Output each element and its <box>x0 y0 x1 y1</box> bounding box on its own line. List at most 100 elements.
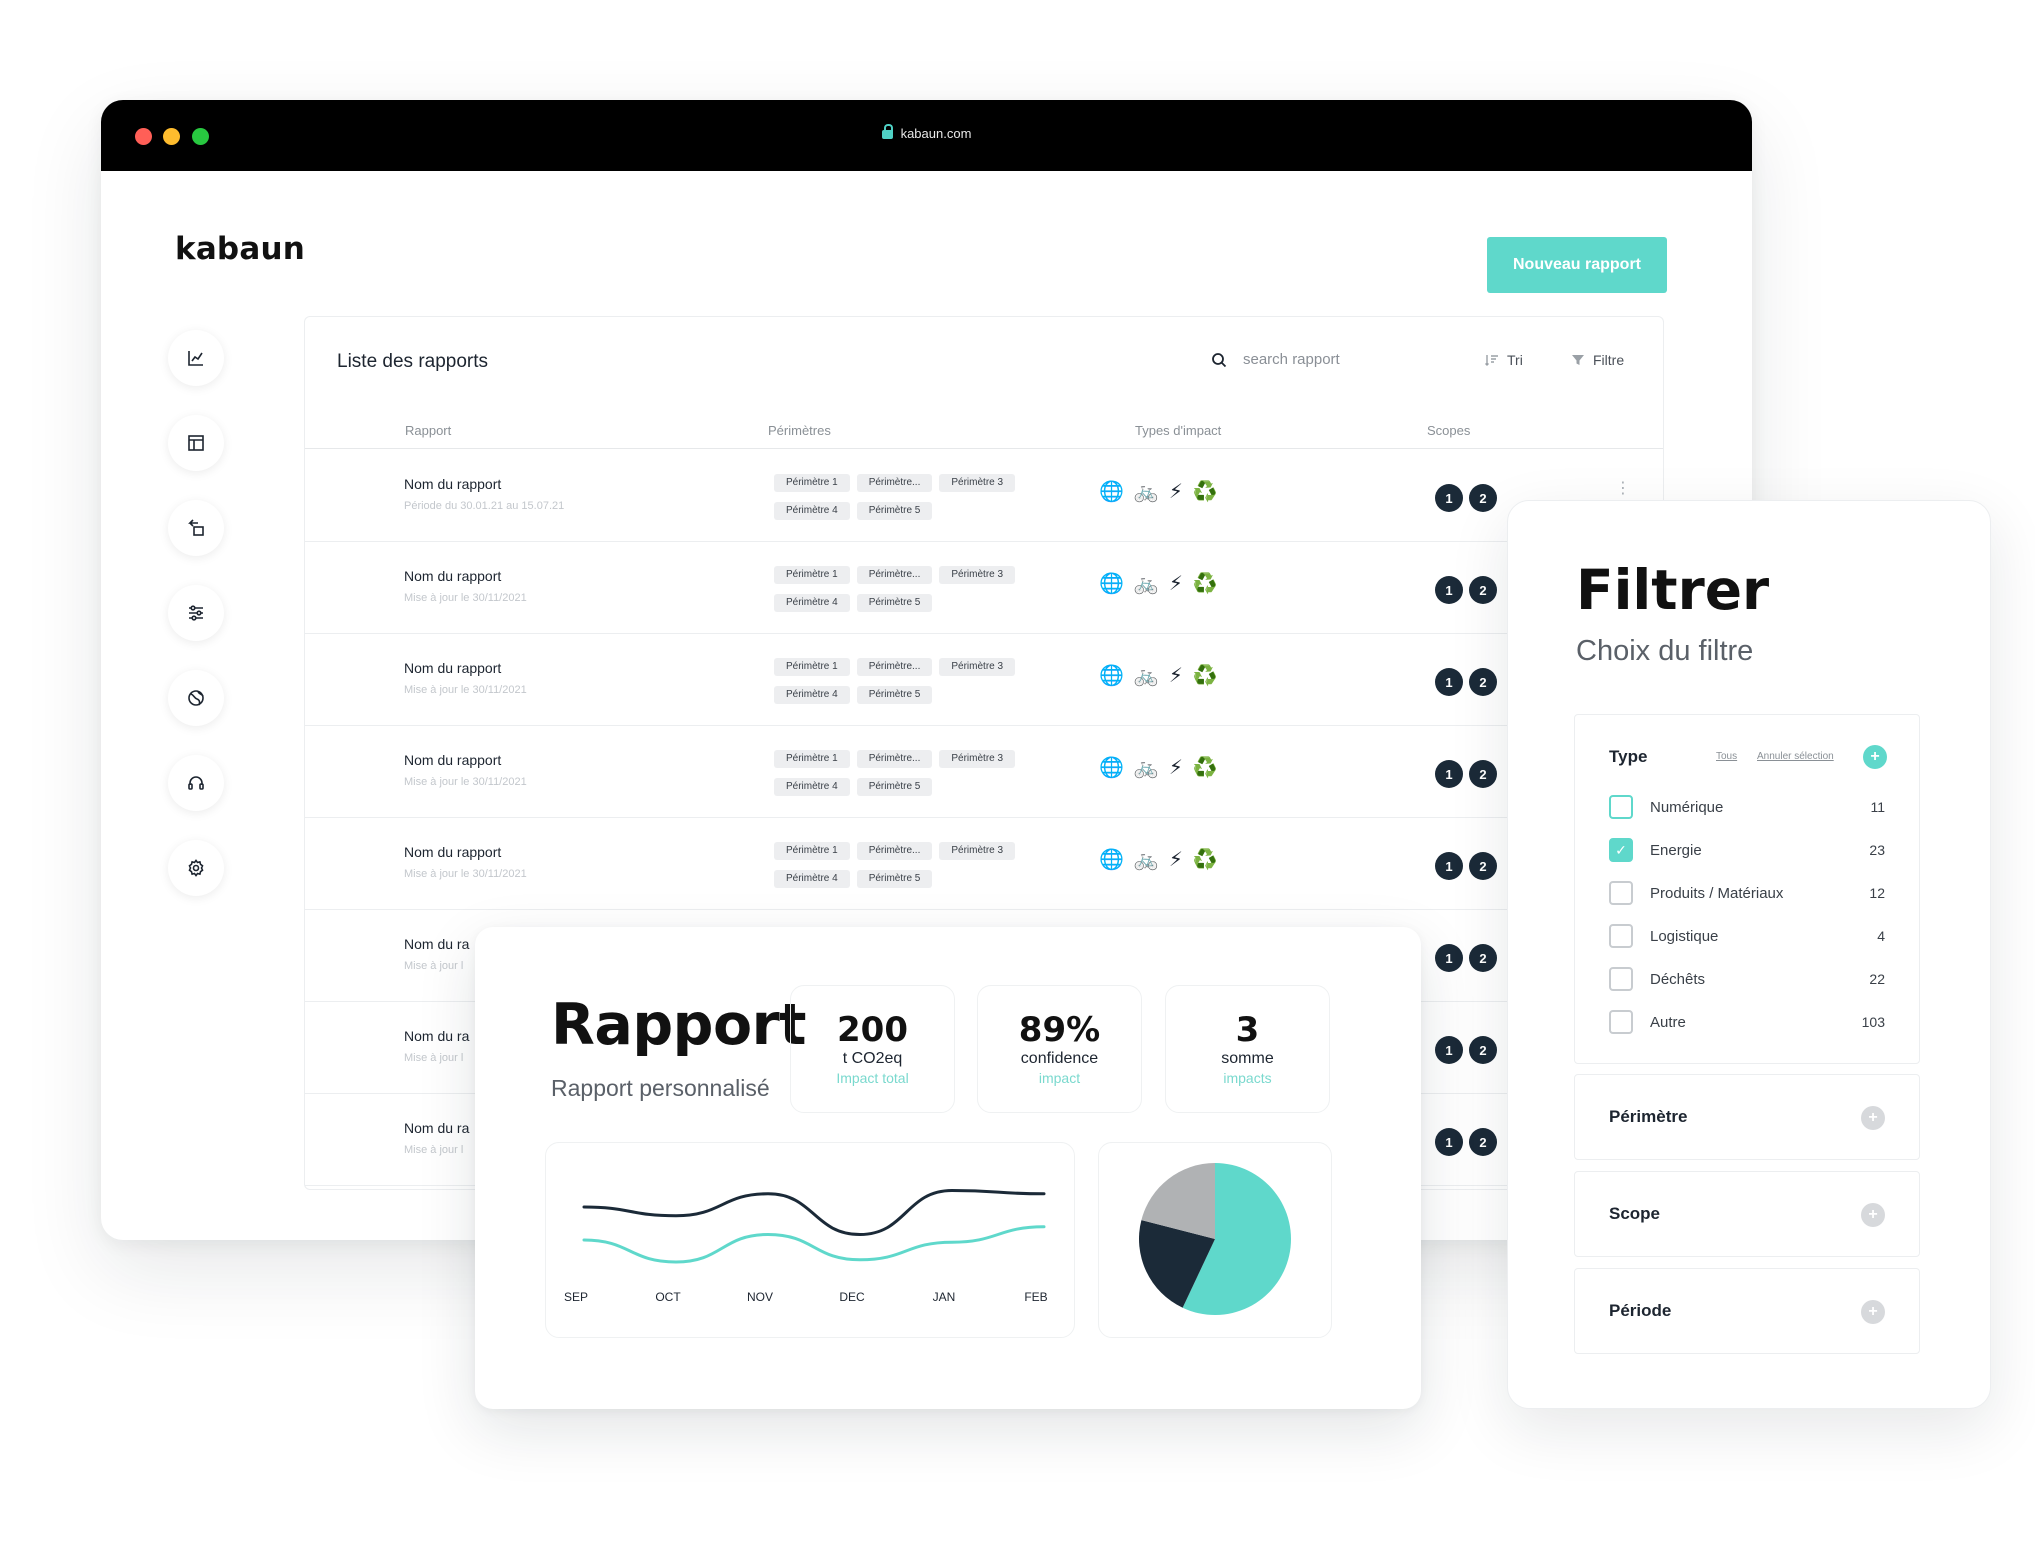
perimeter-chip[interactable]: Périmètre 1 <box>774 750 850 768</box>
perimeter-chip[interactable]: Périmètre 3 <box>939 474 1016 492</box>
perimeter-chip[interactable]: Périmètre 1 <box>774 566 850 584</box>
lightning-icon: ⚡ <box>1168 665 1183 687</box>
titlebar: kabaun.com <box>101 100 1752 171</box>
filter-option[interactable]: Produits / Matériaux 12 <box>1609 880 1885 906</box>
type-add-button[interactable]: + <box>1863 745 1887 769</box>
sidebar-item-sliders[interactable] <box>168 585 224 641</box>
perimeter-chip[interactable]: Périmètre 3 <box>939 750 1016 768</box>
column-header-scopes[interactable]: Scopes <box>1427 423 1470 438</box>
option-label: Energie <box>1650 841 1702 859</box>
report-name[interactable]: Nom du rapport <box>404 660 501 676</box>
filter-option[interactable]: Logistique 4 <box>1609 923 1885 949</box>
stat-label: impact <box>1038 1070 1081 1086</box>
option-label: Autre <box>1650 1013 1686 1031</box>
bike-icon: 🚲 <box>1133 665 1159 687</box>
sidebar-item-settings[interactable] <box>168 840 224 896</box>
option-checkbox[interactable] <box>1609 967 1633 991</box>
more-options-icon[interactable]: ⋮ <box>1615 481 1631 497</box>
table-row[interactable]: Nom du rapport Période du 30.01.21 au 15… <box>305 450 1663 542</box>
sidebar-item-globe[interactable] <box>168 670 224 726</box>
perimeter-chip[interactable]: Périmètre 5 <box>856 686 933 704</box>
perimeter-chip[interactable]: Périmètre 4 <box>774 686 850 704</box>
perimeter-chip[interactable]: Périmètre... <box>856 658 933 676</box>
filter-section-periode[interactable]: Période + <box>1574 1268 1920 1354</box>
option-checkbox[interactable] <box>1609 1010 1633 1034</box>
search-icon <box>1212 352 1227 367</box>
perimeter-chip[interactable]: Périmètre... <box>856 842 933 860</box>
expand-scope-button[interactable]: + <box>1861 1203 1885 1227</box>
report-name[interactable]: Nom du ra <box>404 1120 469 1136</box>
perimeter-chip[interactable]: Périmètre 4 <box>774 870 850 888</box>
expand-perimetre-button[interactable]: + <box>1861 1106 1885 1130</box>
perimeter-chip[interactable]: Périmètre 1 <box>774 658 850 676</box>
report-name[interactable]: Nom du ra <box>404 1028 469 1044</box>
perimeter-chip[interactable]: Périmètre 1 <box>774 474 850 492</box>
select-all-link[interactable]: Tous <box>1716 751 1737 762</box>
clear-selection-link[interactable]: Annuler sélection <box>1757 751 1834 762</box>
column-header-rapport[interactable]: Rapport <box>405 423 451 438</box>
line-chart-card: SEP OCT NOV DEC JAN FEB <box>545 1142 1075 1338</box>
bike-icon: 🚲 <box>1133 481 1159 503</box>
table-row[interactable]: Nom du rapport Mise à jour le 30/11/2021… <box>305 542 1663 634</box>
filter-button[interactable]: Filtre <box>1571 352 1624 368</box>
stat-unit: t CO2eq <box>842 1050 903 1067</box>
search-input[interactable] <box>1243 351 1403 368</box>
perimeter-chip[interactable]: Périmètre 1 <box>774 842 850 860</box>
impact-type-icons: 🌐 🚲 ⚡ ♻️ <box>1099 572 1218 596</box>
perimeter-chip[interactable]: Périmètre 4 <box>774 502 850 520</box>
report-name[interactable]: Nom du rapport <box>404 752 501 768</box>
sort-button[interactable]: Tri <box>1485 352 1523 368</box>
option-checkbox[interactable]: ✓ <box>1609 838 1633 862</box>
x-tick-label: FEB <box>1024 1290 1047 1304</box>
sidebar-nav <box>168 330 224 925</box>
app-logo[interactable]: kabaun <box>175 231 305 267</box>
report-name[interactable]: Nom du rapport <box>404 568 501 584</box>
recycle-icon: ♻️ <box>1192 849 1218 871</box>
sidebar-item-layout[interactable] <box>168 415 224 471</box>
scope-badges: 1 2 <box>1435 576 1497 604</box>
column-header-types-impact[interactable]: Types d'impact <box>1135 423 1221 438</box>
perimeter-chip[interactable]: Périmètre 4 <box>774 594 850 612</box>
sidebar-item-chart[interactable] <box>168 330 224 386</box>
table-row[interactable]: Nom du rapport Mise à jour le 30/11/2021… <box>305 634 1663 726</box>
impact-type-icons: 🌐 🚲 ⚡ ♻️ <box>1099 756 1218 780</box>
filter-option[interactable]: Autre 103 <box>1609 1009 1885 1035</box>
filter-type-section: Type Tous Annuler sélection + Numérique … <box>1574 714 1920 1064</box>
sidebar-item-swap[interactable] <box>168 500 224 556</box>
report-name[interactable]: Nom du ra <box>404 936 469 952</box>
perimeter-chip[interactable]: Périmètre 4 <box>774 778 850 796</box>
filter-section-scope[interactable]: Scope + <box>1574 1171 1920 1257</box>
filter-option[interactable]: Déchêts 22 <box>1609 966 1885 992</box>
perimeter-chip[interactable]: Périmètre 5 <box>856 870 933 888</box>
perimeter-chip[interactable]: Périmètre 5 <box>856 594 933 612</box>
filter-option[interactable]: Numérique 11 <box>1609 794 1885 820</box>
table-row[interactable]: Nom du rapport Mise à jour le 30/11/2021… <box>305 818 1663 910</box>
perimeter-chip[interactable]: Périmètre 3 <box>939 842 1016 860</box>
option-checkbox[interactable] <box>1609 795 1633 819</box>
column-header-perimetres[interactable]: Périmètres <box>768 423 831 438</box>
report-name[interactable]: Nom du rapport <box>404 844 501 860</box>
perimeter-chip[interactable]: Périmètre... <box>856 566 933 584</box>
perimeter-chip[interactable]: Périmètre 5 <box>856 502 933 520</box>
filter-option[interactable]: ✓ Energie 23 <box>1609 837 1885 863</box>
perimeter-chip[interactable]: Périmètre 3 <box>939 566 1016 584</box>
report-date: Mise à jour l <box>404 960 464 972</box>
perimeter-chip[interactable]: Périmètre 3 <box>939 658 1016 676</box>
filter-section-perimetre[interactable]: Périmètre + <box>1574 1074 1920 1160</box>
perimeter-chip[interactable]: Périmètre... <box>856 750 933 768</box>
perimeter-chip[interactable]: Périmètre... <box>856 474 933 492</box>
sidebar-item-support[interactable] <box>168 755 224 811</box>
expand-periode-button[interactable]: + <box>1861 1300 1885 1324</box>
new-report-button[interactable]: Nouveau rapport <box>1487 237 1667 293</box>
option-checkbox[interactable] <box>1609 924 1633 948</box>
line-series-1 <box>582 1225 1046 1264</box>
scope-badges: 1 2 <box>1435 1036 1497 1064</box>
option-checkbox[interactable] <box>1609 881 1633 905</box>
table-row[interactable]: Nom du rapport Mise à jour le 30/11/2021… <box>305 726 1663 818</box>
perimeter-chip[interactable]: Périmètre 5 <box>856 778 933 796</box>
rapport-subtitle: Rapport personnalisé <box>551 1075 770 1101</box>
impact-type-icons: 🌐 🚲 ⚡ ♻️ <box>1099 480 1218 504</box>
address-bar[interactable]: kabaun.com <box>101 124 1752 141</box>
section-title: Période <box>1609 1301 1672 1320</box>
report-name[interactable]: Nom du rapport <box>404 476 501 492</box>
